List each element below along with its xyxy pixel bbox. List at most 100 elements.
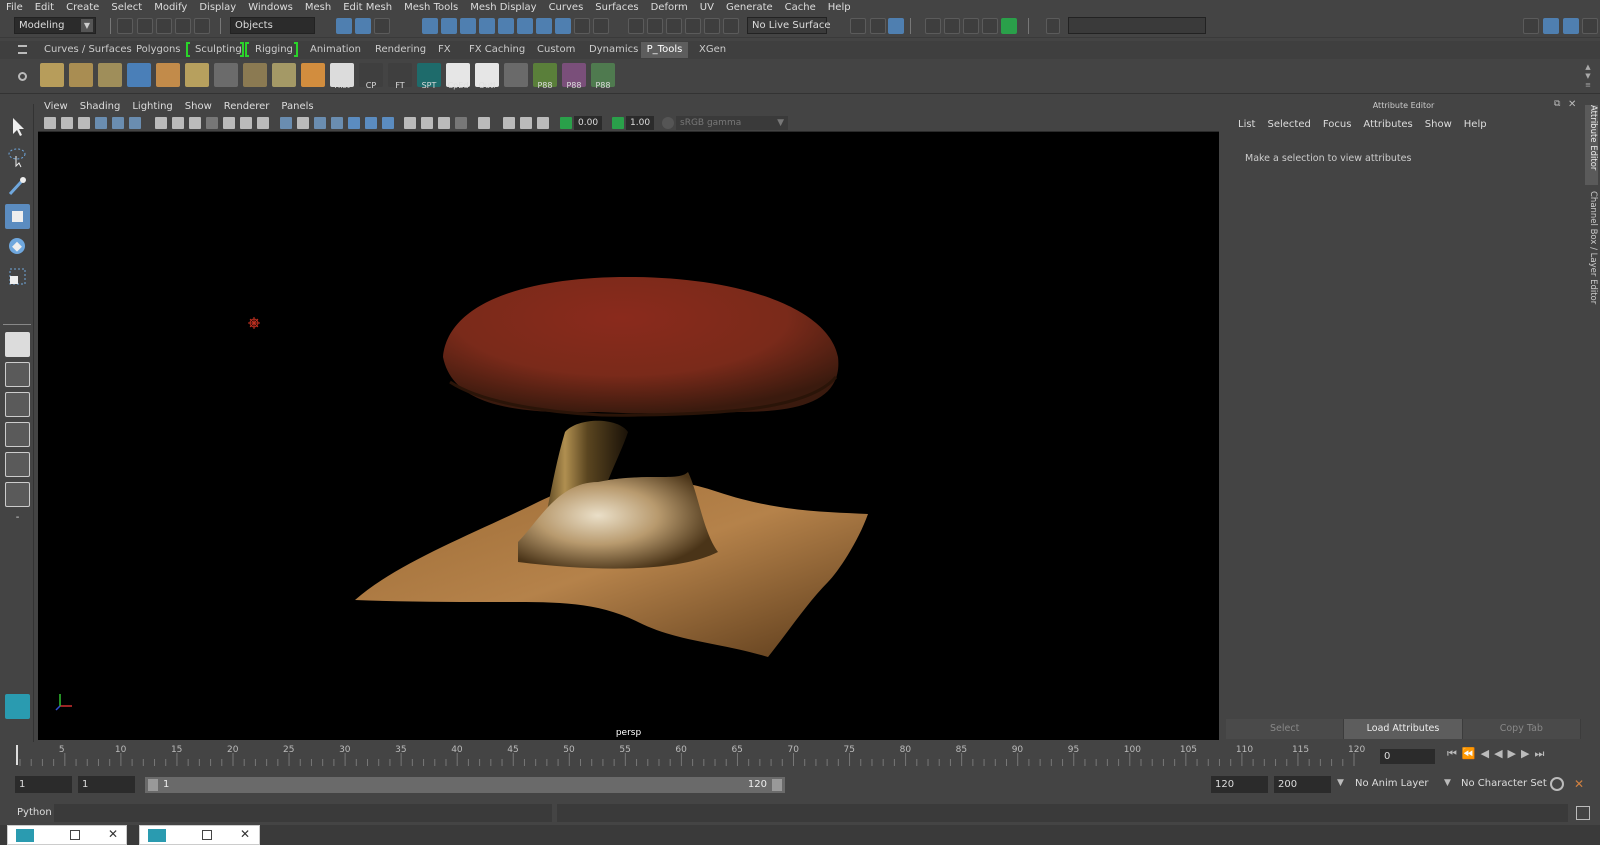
auto-key-icon[interactable]	[1550, 777, 1564, 791]
select-button[interactable]: Select	[1226, 719, 1345, 739]
attribute-editor-toggle-icon[interactable]	[1563, 18, 1579, 34]
persp-graph-layout-icon[interactable]	[5, 422, 30, 447]
command-input[interactable]	[54, 804, 552, 822]
step-back-icon[interactable]: ◀	[1481, 747, 1494, 760]
vp-menu-shading[interactable]: Shading	[74, 99, 127, 115]
menu-deform[interactable]: Deform	[645, 2, 694, 13]
exposure-field[interactable]: 0.00	[574, 116, 602, 130]
safe-title-icon[interactable]	[257, 117, 269, 129]
construction-toggle-icon[interactable]	[888, 18, 904, 34]
select-by-object-icon[interactable]	[355, 18, 371, 34]
menu-windows[interactable]: Windows	[242, 2, 299, 13]
rotate-tool-icon[interactable]	[5, 234, 30, 259]
uv-tool-icon[interactable]	[272, 63, 296, 87]
restore-icon[interactable]	[202, 830, 212, 840]
float-panel-icon[interactable]: ⧉	[1554, 99, 1564, 109]
text-input-icon[interactable]	[1046, 18, 1060, 34]
end-time-field[interactable]: 200	[1274, 776, 1331, 793]
anti-alias-icon[interactable]	[455, 117, 467, 129]
vp-menu-renderer[interactable]: Renderer	[218, 99, 276, 115]
menu-surfaces[interactable]: Surfaces	[589, 2, 644, 13]
snap-grid-icon[interactable]	[628, 18, 644, 34]
restore-icon[interactable]	[70, 830, 80, 840]
ae-menu-help[interactable]: Help	[1458, 119, 1493, 130]
scale-tool-icon[interactable]	[5, 264, 30, 289]
four-view-layout-icon[interactable]	[5, 362, 30, 387]
character-set-label[interactable]: No Character Set	[1461, 778, 1547, 789]
lock-icon[interactable]	[574, 18, 590, 34]
mask-misc-icon[interactable]	[555, 18, 571, 34]
menu-edit-mesh[interactable]: Edit Mesh	[337, 2, 398, 13]
more-layouts-icon[interactable]: -	[5, 512, 30, 528]
vp-menu-panels[interactable]: Panels	[275, 99, 319, 115]
menu-generate[interactable]: Generate	[720, 2, 779, 13]
menu-mesh-tools[interactable]: Mesh Tools	[398, 2, 464, 13]
ae-menu-selected[interactable]: Selected	[1261, 119, 1316, 130]
snap-surface-icon[interactable]	[704, 18, 720, 34]
command-search-field[interactable]	[1068, 17, 1206, 34]
grid-icon[interactable]	[155, 117, 167, 129]
safe-action-icon[interactable]	[240, 117, 252, 129]
range-start-handle[interactable]	[148, 779, 158, 791]
go-to-end-icon[interactable]: ⏭	[1534, 747, 1549, 760]
tab-rendering[interactable]: Rendering	[371, 42, 430, 58]
perspective-viewport[interactable]: persp	[38, 132, 1219, 740]
mask-joints-icon[interactable]	[441, 18, 457, 34]
ae-menu-list[interactable]: List	[1232, 119, 1261, 130]
exposure-icon[interactable]	[560, 117, 572, 129]
menu-display[interactable]: Display	[193, 2, 242, 13]
tab-fx[interactable]: FX	[434, 42, 455, 58]
gamma-field[interactable]: 1.00	[626, 116, 654, 130]
current-time-marker[interactable]	[16, 745, 18, 765]
minimized-window[interactable]: ✕	[7, 825, 127, 845]
wireframe-on-shaded-icon[interactable]	[331, 117, 343, 129]
snap-curve-icon[interactable]	[647, 18, 663, 34]
channel-box-toggle-icon[interactable]	[1582, 18, 1598, 34]
camera-attr-icon[interactable]	[61, 117, 73, 129]
shelf-menu-icon[interactable]	[18, 45, 27, 54]
move-tool-icon[interactable]	[5, 204, 30, 229]
paint-select-icon[interactable]	[5, 174, 30, 199]
ae-menu-show[interactable]: Show	[1419, 119, 1458, 130]
tab-channel-box[interactable]: Channel Box / Layer Editor	[1585, 191, 1598, 316]
tab-xgen[interactable]: XGen	[695, 42, 730, 58]
open-scene-icon[interactable]	[137, 18, 153, 34]
lasso-tool-icon[interactable]	[5, 144, 30, 169]
redo-icon[interactable]	[194, 18, 210, 34]
color-space-dropdown[interactable]: sRGB gamma ▼	[676, 116, 788, 130]
2d-pan-icon[interactable]	[112, 117, 124, 129]
mask-deformations-icon[interactable]	[498, 18, 514, 34]
select-by-hierarchy-icon[interactable]	[336, 18, 352, 34]
chevron-down-icon[interactable]: ▼	[1337, 778, 1344, 788]
construction-history-icon[interactable]	[870, 18, 886, 34]
bookmark-icon[interactable]	[78, 117, 90, 129]
uv-tool-icon[interactable]	[69, 63, 93, 87]
menu-help[interactable]: Help	[822, 2, 857, 13]
menu-create[interactable]: Create	[60, 2, 105, 13]
gamma-icon[interactable]	[612, 117, 624, 129]
tab-polygons[interactable]: Polygons	[132, 42, 185, 58]
highlight-icon[interactable]	[593, 18, 609, 34]
wireframe-icon[interactable]	[280, 117, 292, 129]
vp-menu-view[interactable]: View	[38, 99, 74, 115]
film-gate-icon[interactable]	[172, 117, 184, 129]
shelf-settings-icon[interactable]	[18, 72, 27, 81]
mask-dynamics-icon[interactable]	[517, 18, 533, 34]
menu-uv[interactable]: UV	[694, 2, 720, 13]
menu-mesh-display[interactable]: Mesh Display	[464, 2, 542, 13]
grid-tool-icon[interactable]	[504, 63, 528, 87]
time-slider[interactable]: 5 10 15 20 25 30 35 40 45 50 55 60 65 70 75 80 85 90 95 100…	[14, 743, 1368, 767]
uv-tool-icon[interactable]	[185, 63, 209, 87]
camera-icon[interactable]	[44, 117, 56, 129]
close-icon[interactable]: ✕	[240, 827, 250, 841]
brush-tool-icon[interactable]	[127, 63, 151, 87]
snap-point-icon[interactable]	[666, 18, 682, 34]
modeling-toolkit-icon[interactable]	[1543, 18, 1559, 34]
tab-fx-caching[interactable]: FX Caching	[465, 42, 529, 58]
tab-curves-surfaces[interactable]: Curves / Surfaces	[40, 42, 136, 58]
script-editor-icon[interactable]	[1576, 806, 1590, 820]
motion-blur-icon[interactable]	[438, 117, 450, 129]
undo-icon[interactable]	[175, 18, 191, 34]
playback-end-field[interactable]: 120	[1211, 776, 1268, 793]
menu-select[interactable]: Select	[105, 2, 148, 13]
